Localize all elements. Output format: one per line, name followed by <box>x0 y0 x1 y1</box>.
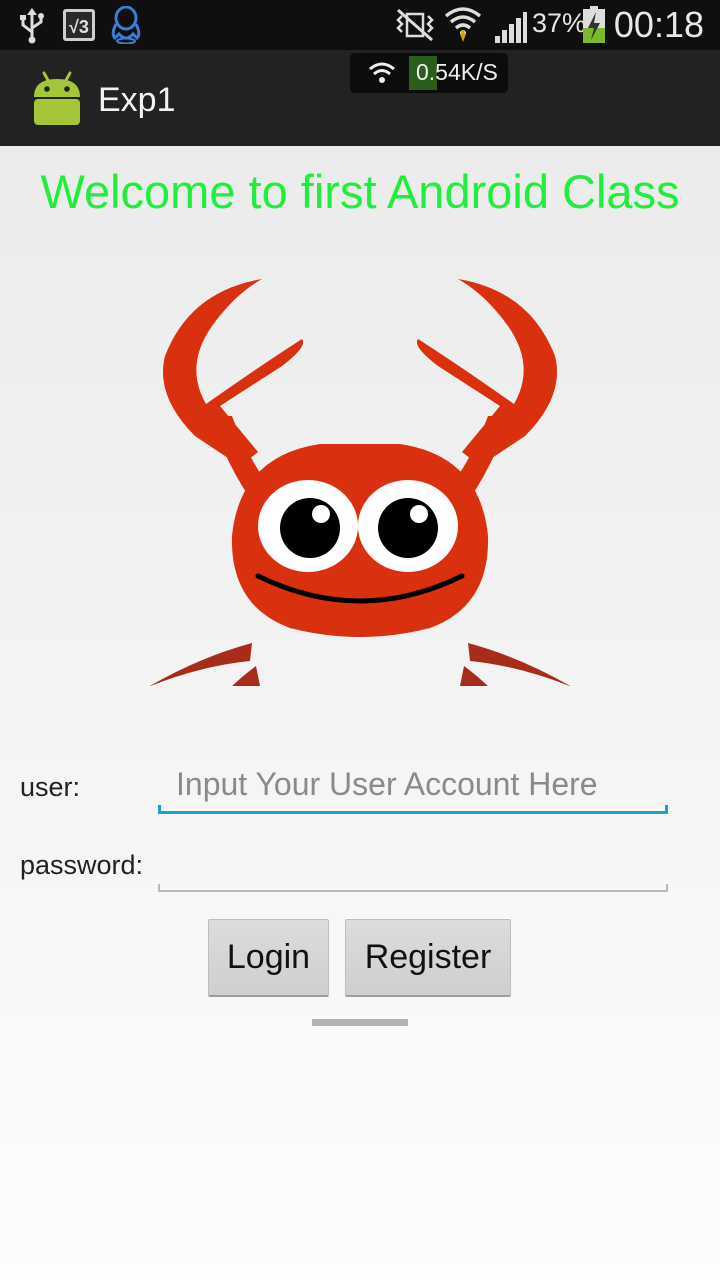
app-title: Exp1 <box>98 81 176 119</box>
v3-app-icon: √3 <box>62 8 96 47</box>
android-app-icon[interactable] <box>30 71 84 132</box>
usb-icon <box>18 8 46 49</box>
drag-handle <box>312 1019 408 1026</box>
signal-icon <box>494 10 528 49</box>
network-speed-overlay: 0.54K/S <box>350 53 508 93</box>
welcome-title: Welcome to first Android Class <box>40 165 680 218</box>
battery-percent: 37% <box>532 8 587 38</box>
user-input-underline <box>158 805 668 814</box>
password-input[interactable] <box>158 844 668 884</box>
network-speed-text: 0.54K/S <box>416 59 498 85</box>
register-button[interactable]: Register <box>345 919 511 997</box>
qq-icon <box>110 5 142 49</box>
password-field[interactable] <box>158 844 668 884</box>
battery-charging-icon <box>582 6 606 49</box>
clock: 00:18 <box>613 4 704 45</box>
wifi-icon <box>368 61 396 90</box>
svg-text:√3: √3 <box>69 17 89 37</box>
status-bar: √3 37% 00:18 <box>0 0 720 50</box>
login-button[interactable]: Login <box>208 919 329 997</box>
user-input[interactable] <box>158 764 668 804</box>
main-content: Welcome to first Android Class user: Inp… <box>0 146 720 1280</box>
crab-image <box>149 279 571 686</box>
user-field[interactable] <box>158 764 668 804</box>
wifi-icon <box>444 4 482 49</box>
no-vibrate-icon <box>394 8 436 47</box>
password-input-underline <box>158 884 668 892</box>
user-label: user: <box>20 772 81 802</box>
password-label: password: <box>20 850 144 880</box>
